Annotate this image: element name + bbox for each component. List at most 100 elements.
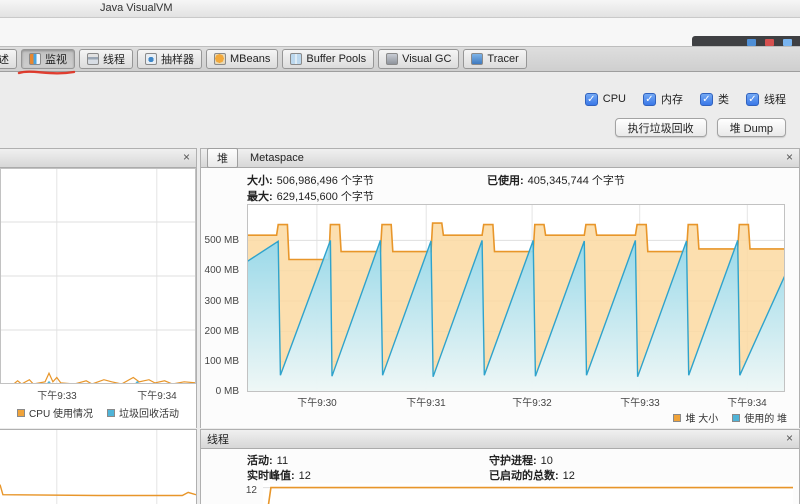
heap-size-label: 大小: xyxy=(247,175,273,187)
background-blue2-icon xyxy=(783,38,792,46)
legend-item: 垃圾回收活动 xyxy=(106,405,179,420)
heap-panel-body: 大小: 506,986,496 个字节 最大: 629,145,600 个字节 已使… xyxy=(201,168,799,428)
tracer-icon xyxy=(471,53,484,65)
tab-monitor[interactable]: 监视 xyxy=(21,49,75,69)
mbeans-icon xyxy=(214,53,226,65)
x-tick-label: 下午9:34 xyxy=(727,398,767,409)
view-tabbar: 述 监视 线程 抽样器 MBeans Buffer Pools Visual G… xyxy=(0,46,800,72)
threads-panel-title: 线程 xyxy=(207,434,229,446)
tab-overview-label: 述 xyxy=(0,54,9,66)
x-tick-label: 下午9:33 xyxy=(37,391,77,402)
checkbox-check-icon: ✓ xyxy=(700,92,713,106)
heap-panel-header: 堆 Metaspace × xyxy=(201,148,799,168)
x-tick-label: 下午9:34 xyxy=(137,391,177,402)
threads-icon xyxy=(87,53,99,65)
close-icon[interactable]: × xyxy=(783,149,796,166)
cpu-panel-body: 下午9:33 下午9:34 CPU 使用情况 垃圾回收活动 xyxy=(0,168,197,428)
threads-daemon-value: 10 xyxy=(540,455,553,467)
threads-daemon-label: 守护进程: xyxy=(489,455,537,467)
checkbox-memory-label: 内存 xyxy=(661,94,683,106)
heap-size-value: 506,986,496 个字节 xyxy=(276,175,374,187)
checkbox-classes[interactable]: ✓ 类 xyxy=(700,91,729,107)
heap-used-value: 405,345,744 个字节 xyxy=(527,175,625,187)
y-tick-label: 12 xyxy=(245,485,257,496)
y-tick-label: 500 MB xyxy=(204,235,239,246)
heap-chart xyxy=(246,204,786,392)
heap-used-stat: 已使用: 405,345,744 个字节 xyxy=(487,172,625,188)
window-upper-area xyxy=(0,18,800,46)
cpu-chart-legend: CPU 使用情况 垃圾回收活动 xyxy=(0,405,196,420)
tab-tracer[interactable]: Tracer xyxy=(463,49,527,69)
y-tick-label: 200 MB xyxy=(204,326,239,337)
cpu-usage-panel: × 下午9:33 下午9:34 CPU 使用情况 垃圾回收活动 xyxy=(0,148,197,428)
threads-chart-plot xyxy=(263,483,793,504)
legend-label: CPU 使用情况 xyxy=(29,409,93,420)
legend-label: 垃圾回收活动 xyxy=(118,409,179,420)
monitor-icon xyxy=(29,53,41,65)
sampler-icon xyxy=(145,53,157,65)
x-tick-label: 下午9:30 xyxy=(297,398,337,409)
tab-visual-gc[interactable]: Visual GC xyxy=(378,49,460,69)
tab-mbeans[interactable]: MBeans xyxy=(206,49,279,69)
tab-buffer-pools[interactable]: Buffer Pools xyxy=(282,49,375,69)
left-bottom-chart-sliver xyxy=(0,429,197,504)
heap-chart-legend: 堆 大小 使用的 堆 xyxy=(673,410,787,425)
checkbox-cpu[interactable]: ✓ CPU xyxy=(584,92,626,106)
legend-label: 堆 大小 xyxy=(685,414,719,425)
buffer-pools-icon xyxy=(290,53,303,65)
heap-dump-button[interactable]: 堆 Dump xyxy=(716,118,786,137)
checkbox-memory[interactable]: ✓ 内存 xyxy=(643,91,683,107)
y-tick-label: 400 MB xyxy=(204,265,239,276)
metric-checkboxes: ✓ CPU ✓ 内存 ✓ 类 ✓ 线程 xyxy=(584,91,786,107)
checkbox-cpu-label: CPU xyxy=(602,93,626,105)
heap-max-label: 最大: xyxy=(247,191,273,203)
x-tick-label: 下午9:33 xyxy=(620,398,660,409)
x-tick-label: 下午9:32 xyxy=(512,398,552,409)
tab-heap[interactable]: 堆 xyxy=(207,148,238,168)
cpu-chart-continued xyxy=(0,430,197,504)
heap-panel: 堆 Metaspace × 大小: 506,986,496 个字节 最大: 629,… xyxy=(200,148,800,428)
heap-x-axis: 下午9:30 下午9:31 下午9:32 下午9:33 下午9:34 xyxy=(247,394,785,409)
tab-overview[interactable]: 述 xyxy=(0,49,17,69)
window-titlebar: Java VisualVM xyxy=(0,0,800,18)
y-tick-label: 100 MB xyxy=(204,356,239,367)
heap-used-label: 已使用: xyxy=(487,175,524,187)
heap-size-stat: 大小: 506,986,496 个字节 xyxy=(247,172,374,188)
background-red-icon xyxy=(765,38,774,46)
threads-peak-stat: 实时峰值: 12 xyxy=(247,467,311,483)
threads-panel-header: 线程 × xyxy=(201,430,799,449)
heap-chart-plot xyxy=(246,204,786,392)
checkbox-check-icon: ✓ xyxy=(643,92,656,106)
window-title: Java VisualVM xyxy=(100,2,173,14)
used-heap-swatch xyxy=(732,413,741,422)
checkbox-check-icon: ✓ xyxy=(584,92,598,106)
tab-visual-gc-label: Visual GC xyxy=(402,53,452,65)
tab-tracer-label: Tracer xyxy=(487,53,519,65)
tab-sampler[interactable]: 抽样器 xyxy=(137,49,202,69)
threads-chart xyxy=(263,486,793,504)
heap-max-stat: 最大: 629,145,600 个字节 xyxy=(247,188,374,204)
y-tick-label: 0 MB xyxy=(215,386,239,397)
threads-peak-label: 实时峰值: xyxy=(247,470,295,482)
threads-started-value: 12 xyxy=(562,470,575,482)
tab-threads-label: 线程 xyxy=(103,54,125,66)
heap-max-value: 629,145,600 个字节 xyxy=(276,191,374,203)
cpu-panel-header: × xyxy=(0,149,196,168)
perform-gc-button[interactable]: 执行垃圾回收 xyxy=(614,118,707,137)
threads-peak-value: 12 xyxy=(298,470,311,482)
gc-series-swatch xyxy=(106,408,115,417)
tab-threads[interactable]: 线程 xyxy=(79,49,133,69)
tab-sampler-label: 抽样器 xyxy=(161,54,194,66)
background-blue-icon xyxy=(747,38,756,46)
legend-item: 使用的 堆 xyxy=(732,410,787,425)
close-icon[interactable]: × xyxy=(783,430,796,447)
tab-buffer-pools-label: Buffer Pools xyxy=(306,53,367,65)
threads-panel: 线程 × 活动: 11 实时峰值: 12 守护进程: 10 已启动的总数: 12 12 xyxy=(200,429,800,504)
checkbox-threads[interactable]: ✓ 线程 xyxy=(746,91,786,107)
threads-started-label: 已启动的总数: xyxy=(489,470,559,482)
close-icon[interactable]: × xyxy=(180,149,193,166)
heap-y-axis: 500 MB 400 MB 300 MB 200 MB 100 MB 0 MB xyxy=(201,204,243,397)
y-tick-label: 300 MB xyxy=(204,296,239,307)
tab-metaspace[interactable]: Metaspace xyxy=(240,150,314,166)
legend-label: 使用的 堆 xyxy=(744,414,787,425)
